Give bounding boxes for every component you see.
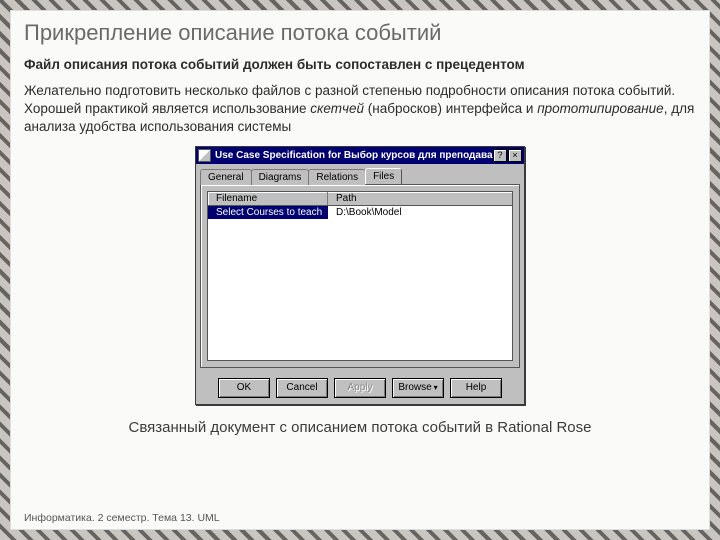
button-row: OK Cancel Apply Browse▾ Help (196, 372, 524, 404)
apply-button[interactable]: Apply (334, 378, 386, 398)
tab-relations[interactable]: Relations (308, 169, 366, 185)
window-buttons: ? × (493, 149, 522, 162)
body-text: Желательно подготовить несколько файлов … (24, 82, 696, 137)
chevron-down-icon: ▾ (434, 383, 438, 392)
lead-text: Файл описания потока событий должен быть… (24, 56, 696, 74)
help-window-button[interactable]: ? (493, 149, 507, 162)
list-item[interactable]: Select Courses to teach D:\Book\Model (208, 206, 512, 219)
cell-filename: Select Courses to teach (208, 206, 328, 219)
system-icon[interactable] (198, 149, 211, 162)
file-list[interactable]: Select Courses to teach D:\Book\Model (207, 206, 513, 361)
figure: Use Case Specification for Выбор курсов … (24, 146, 696, 405)
tab-general[interactable]: General (200, 169, 252, 185)
ok-button[interactable]: OK (218, 378, 270, 398)
list-header: Filename Path (207, 191, 513, 206)
slide: Прикрепление описание потока событий Фай… (10, 10, 710, 530)
cell-path: D:\Book\Model (328, 206, 512, 219)
close-window-button[interactable]: × (508, 149, 522, 162)
tabstrip: General Diagrams Relations Files (196, 164, 524, 184)
figure-caption: Связанный документ с описанием потока со… (24, 419, 696, 436)
help-button[interactable]: Help (450, 378, 502, 398)
dialog-window: Use Case Specification for Выбор курсов … (195, 146, 525, 405)
tab-files[interactable]: Files (365, 168, 402, 184)
tab-diagrams[interactable]: Diagrams (251, 169, 310, 185)
cancel-button[interactable]: Cancel (276, 378, 328, 398)
tab-panel-files: Filename Path Select Courses to teach D:… (200, 184, 520, 368)
body-em-2: прототипирование (537, 101, 663, 116)
slide-footer: Информатика. 2 семестр. Тема 13. UML (24, 512, 220, 524)
body-part-2: (набросков) интерфейса и (364, 101, 537, 116)
titlebar[interactable]: Use Case Specification for Выбор курсов … (196, 147, 524, 164)
window-caption: Use Case Specification for Выбор курсов … (215, 150, 493, 161)
body-em-1: скетчей (310, 101, 364, 116)
browse-label: Browse (398, 382, 431, 393)
col-filename[interactable]: Filename (208, 192, 328, 205)
col-path[interactable]: Path (328, 192, 512, 205)
browse-button[interactable]: Browse▾ (392, 378, 444, 398)
page-title: Прикрепление описание потока событий (24, 16, 696, 52)
